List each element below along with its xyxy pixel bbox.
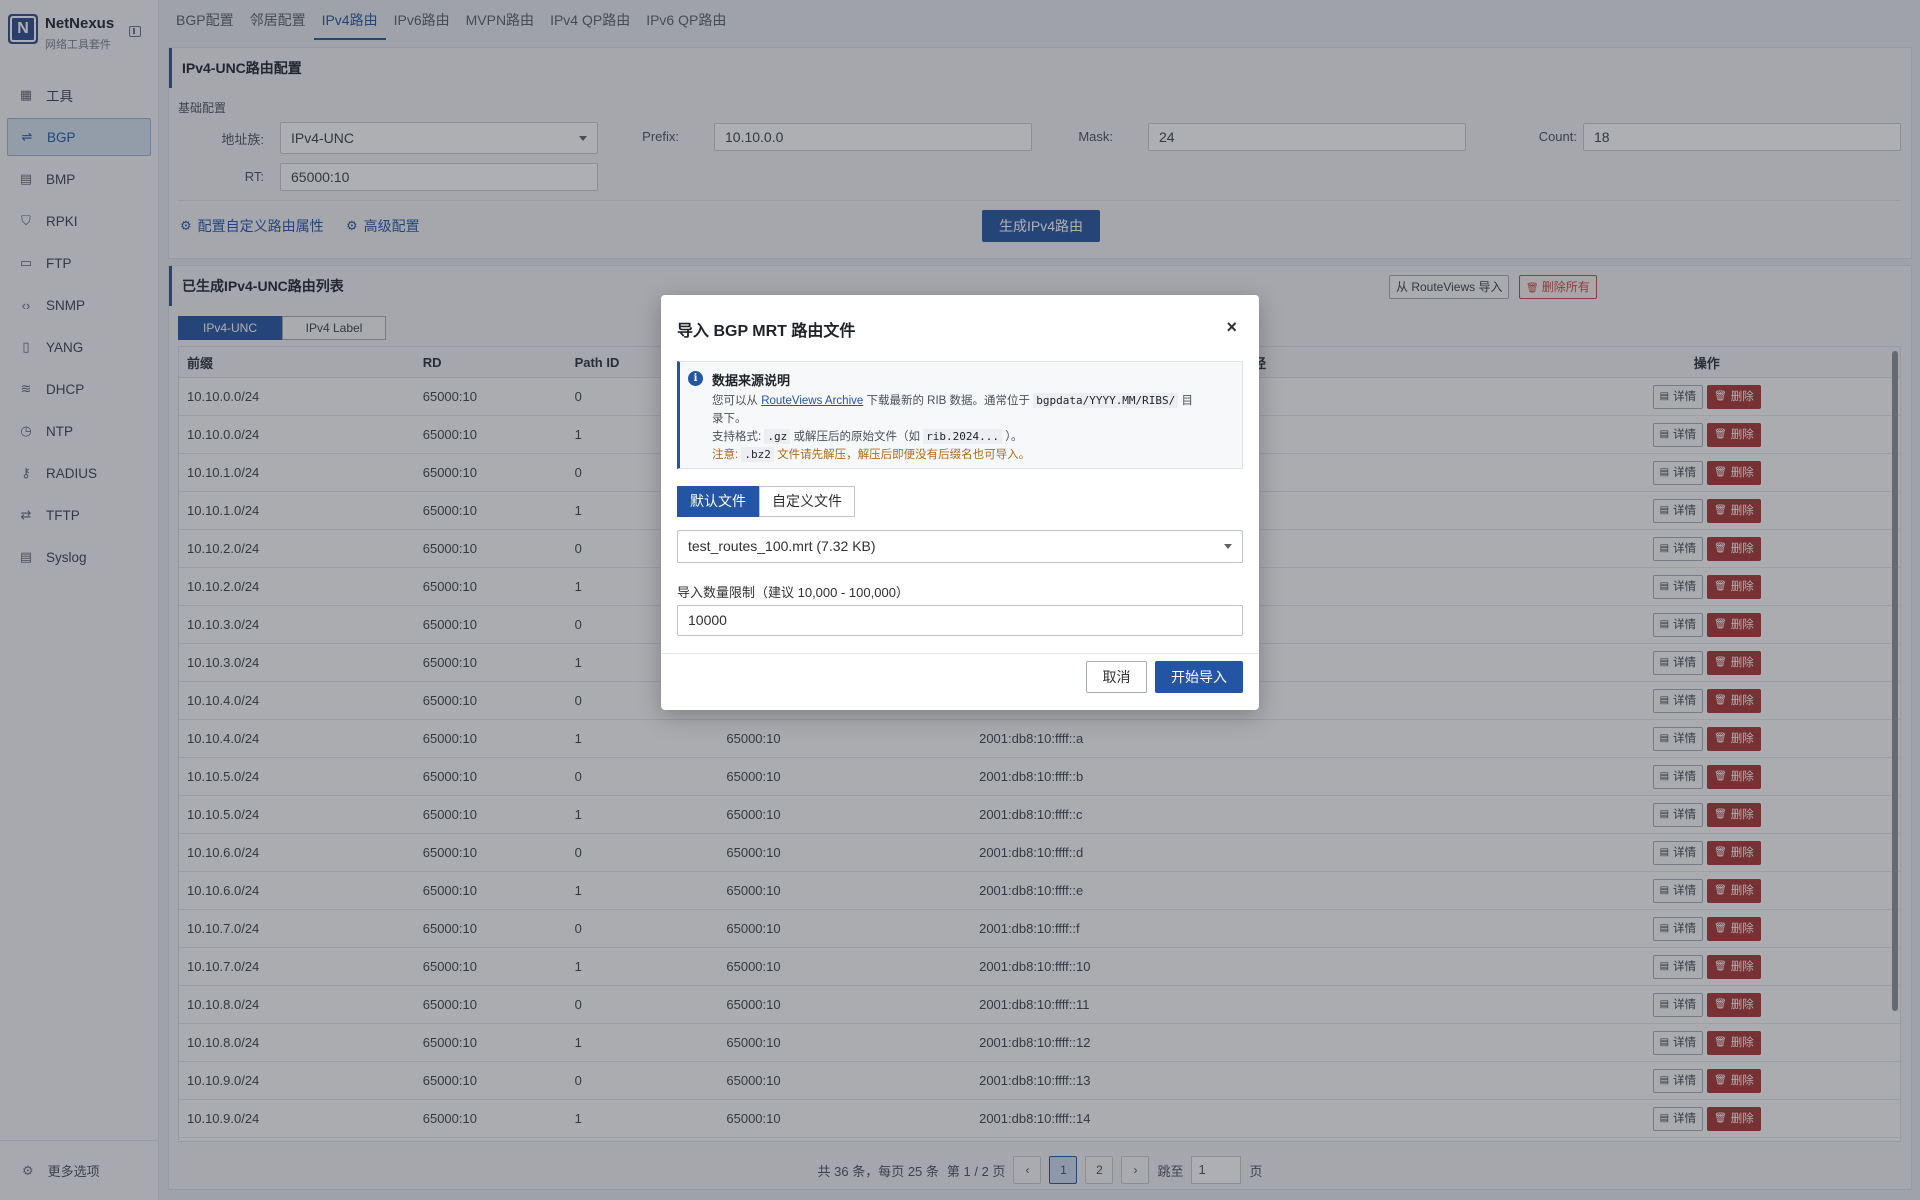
routeviews-archive-link[interactable]: RouteViews Archive [761,395,863,407]
import-mrt-dialog: 导入 BGP MRT 路由文件 × i 数据来源说明 您可以从 RouteVie… [661,295,1259,710]
info-line-1: 您可以从 RouteViews Archive 下载最新的 RIB 数据。通常位… [712,392,1193,408]
info-text: 目 [1178,395,1193,407]
chevron-down-icon [1224,544,1232,549]
limit-label: 导入数量限制（建议 10,000 - 100,000） [677,585,909,600]
info-code: .bz2 [741,447,774,462]
info-text: ）。 [1002,431,1023,443]
info-text: 或解压后的原始文件（如 [790,431,924,443]
info-code: .gz [764,429,791,444]
start-import-button[interactable]: 开始导入 [1155,661,1243,693]
info-line-4: 注意: .bz2 文件请先解压，解压后即便没有后缀名也可导入。 [712,446,1030,462]
info-icon: i [688,371,703,386]
tab-default-file[interactable]: 默认文件 [677,486,759,517]
info-code: rib.2024... [923,429,1003,444]
info-text: 支持格式: [712,431,765,443]
info-line-2: 录下。 [712,413,747,425]
file-select-value: test_routes_100.mrt (7.32 KB) [688,538,876,554]
info-box: i 数据来源说明 您可以从 RouteViews Archive 下载最新的 R… [677,361,1243,469]
file-select[interactable]: test_routes_100.mrt (7.32 KB) [677,530,1243,563]
info-line-3: 支持格式: .gz 或解压后的原始文件（如 rib.2024... ）。 [712,428,1022,444]
file-source-tabs: 默认文件 自定义文件 [677,486,855,517]
tab-custom-file[interactable]: 自定义文件 [759,486,855,517]
info-code: bgpdata/YYYY.MM/RIBS/ [1033,393,1179,408]
info-title: 数据来源说明 [712,373,791,388]
info-text: 注意: [712,449,742,461]
dialog-divider [661,653,1259,654]
dialog-title: 导入 BGP MRT 路由文件 [677,323,856,340]
info-text: 下载最新的 RIB 数据。通常位于 [863,395,1034,407]
limit-input[interactable]: 10000 [677,605,1243,636]
cancel-button[interactable]: 取消 [1086,661,1147,693]
info-text: 文件请先解压，解压后即便没有后缀名也可导入。 [773,449,1031,461]
close-icon[interactable]: × [1226,317,1237,338]
info-text: 您可以从 [712,395,762,407]
